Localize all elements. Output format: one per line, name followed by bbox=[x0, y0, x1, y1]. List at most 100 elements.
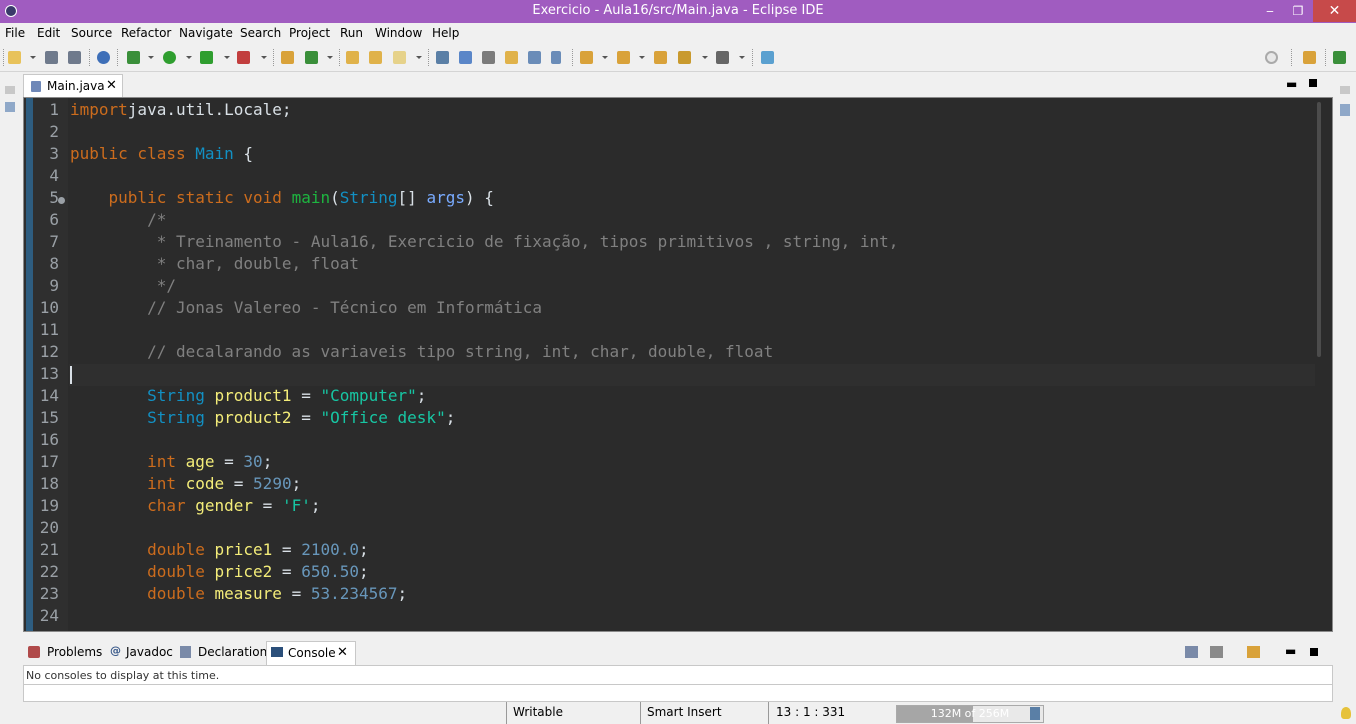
new-java-project-icon[interactable] bbox=[281, 51, 294, 64]
code-line: String product1 = "Computer"; bbox=[70, 386, 426, 405]
coverage-icon[interactable] bbox=[200, 51, 213, 64]
package-explorer-icon[interactable] bbox=[5, 102, 15, 112]
tab-label: Main.java bbox=[47, 79, 105, 93]
skip-breakpoints-icon[interactable] bbox=[97, 51, 110, 64]
minimize-panel-icon[interactable]: ▬ bbox=[1285, 644, 1296, 658]
close-tab-icon[interactable]: ✕ bbox=[106, 78, 117, 93]
open-type-icon[interactable] bbox=[346, 51, 359, 64]
outline-icon[interactable] bbox=[1340, 104, 1350, 116]
save-icon[interactable] bbox=[45, 51, 58, 64]
console-output[interactable]: No consoles to display at this time. bbox=[23, 665, 1333, 702]
code-token: String bbox=[70, 408, 205, 427]
restore-button[interactable]: ❐ bbox=[1284, 0, 1312, 22]
maximize-panel-icon[interactable] bbox=[1310, 648, 1318, 656]
restore-view-icon[interactable] bbox=[5, 86, 15, 94]
next-annotation-icon[interactable] bbox=[580, 51, 593, 64]
last-edit-location-icon[interactable] bbox=[654, 51, 667, 64]
code-line: String product2 = "Office desk"; bbox=[70, 408, 455, 427]
display-console-icon[interactable] bbox=[1210, 646, 1223, 658]
save-all-icon[interactable] bbox=[68, 51, 81, 64]
menu-project[interactable]: Project bbox=[289, 26, 330, 40]
new-package-icon[interactable] bbox=[305, 51, 318, 64]
menu-window[interactable]: Window bbox=[375, 26, 422, 40]
code-token: Main bbox=[195, 144, 234, 163]
code-token: price2 bbox=[214, 562, 273, 581]
line-number: 20 bbox=[39, 518, 59, 537]
open-perspective-icon[interactable] bbox=[1303, 51, 1316, 64]
garbage-collect-icon[interactable] bbox=[1030, 707, 1040, 720]
search-icon[interactable] bbox=[1265, 51, 1278, 64]
run-dropdown-icon[interactable] bbox=[186, 56, 192, 59]
next-annotation-dropdown-icon[interactable] bbox=[602, 56, 608, 59]
text-cursor bbox=[70, 366, 72, 384]
forward-icon[interactable] bbox=[716, 51, 729, 64]
tab-problems[interactable]: Problems bbox=[47, 645, 102, 659]
minimize-button[interactable]: ‒ bbox=[1256, 0, 1284, 22]
word-wrap-icon[interactable] bbox=[505, 51, 518, 64]
tip-lightbulb-icon[interactable] bbox=[1341, 707, 1351, 719]
cursor-position: 13 : 1 : 331 bbox=[776, 705, 846, 719]
coverage-dropdown-icon[interactable] bbox=[224, 56, 230, 59]
external-tools-icon[interactable] bbox=[237, 51, 250, 64]
back-dropdown-icon[interactable] bbox=[702, 56, 708, 59]
previous-annotation-dropdown-icon[interactable] bbox=[639, 56, 645, 59]
line-number: 5 bbox=[49, 188, 59, 207]
mark-occurrences-icon[interactable] bbox=[459, 51, 472, 64]
open-console-icon[interactable] bbox=[1185, 646, 1198, 658]
heap-status[interactable]: 132M of 256M bbox=[896, 705, 1044, 723]
pin-editor-icon[interactable] bbox=[761, 51, 774, 64]
previous-annotation-icon[interactable] bbox=[617, 51, 630, 64]
fold-collapse-icon[interactable] bbox=[58, 197, 65, 204]
back-icon[interactable] bbox=[678, 51, 691, 64]
run-icon[interactable] bbox=[163, 51, 176, 64]
search-dropdown-icon[interactable] bbox=[416, 56, 422, 59]
code-token: product2 bbox=[214, 408, 292, 427]
code-line: double measure = 53.234567; bbox=[70, 584, 407, 603]
new-dropdown-icon[interactable] bbox=[30, 56, 36, 59]
forward-dropdown-icon[interactable] bbox=[739, 56, 745, 59]
line-number: 14 bbox=[39, 386, 59, 405]
menu-navigate[interactable]: Navigate bbox=[179, 26, 233, 40]
close-console-icon[interactable]: ✕ bbox=[337, 645, 348, 660]
new-class-dropdown-icon[interactable] bbox=[327, 56, 333, 59]
search-tool-icon[interactable] bbox=[393, 51, 406, 64]
code-token: 'F' bbox=[281, 496, 311, 515]
scrollbar-thumb[interactable] bbox=[1317, 102, 1321, 357]
change-ruler bbox=[26, 98, 33, 631]
menu-run[interactable]: Run bbox=[340, 26, 363, 40]
code-editor[interactable]: 1 importjava.util.Locale; 2 3 public class M… bbox=[23, 97, 1333, 632]
code-token: = bbox=[291, 408, 321, 427]
tab-javadoc[interactable]: Javadoc bbox=[126, 645, 173, 659]
line-number: 24 bbox=[39, 606, 59, 625]
maximize-editor-icon[interactable] bbox=[1309, 79, 1317, 87]
menu-help[interactable]: Help bbox=[432, 26, 459, 40]
show-source-icon[interactable] bbox=[528, 51, 541, 64]
open-task-icon[interactable] bbox=[369, 51, 382, 64]
new-icon[interactable] bbox=[8, 51, 21, 64]
toggle-ant-icon[interactable] bbox=[436, 51, 449, 64]
tab-declaration[interactable]: Declaration bbox=[198, 645, 267, 659]
line-number: 2 bbox=[49, 122, 59, 141]
java-perspective-icon[interactable] bbox=[1333, 51, 1346, 64]
tab-main-java[interactable]: Main.java ✕ bbox=[23, 74, 123, 97]
minimize-editor-icon[interactable]: ▬ bbox=[1286, 77, 1297, 91]
debug-dropdown-icon[interactable] bbox=[148, 56, 154, 59]
tab-console[interactable]: Console ✕ bbox=[266, 641, 356, 665]
block-selection-icon[interactable] bbox=[482, 51, 495, 64]
menu-edit[interactable]: Edit bbox=[37, 26, 60, 40]
debug-icon[interactable] bbox=[127, 51, 140, 64]
show-whitespace-icon[interactable] bbox=[551, 51, 561, 64]
restore-view-icon[interactable] bbox=[1340, 86, 1350, 94]
menu-file[interactable]: File bbox=[5, 26, 25, 40]
menu-source[interactable]: Source bbox=[71, 26, 112, 40]
menu-search[interactable]: Search bbox=[240, 26, 281, 40]
close-window-button[interactable]: ✕ bbox=[1313, 0, 1356, 22]
new-console-icon[interactable] bbox=[1247, 646, 1260, 658]
code-token: = bbox=[291, 386, 321, 405]
code-token: gender bbox=[195, 496, 254, 515]
window-title: Exercicio - Aula16/src/Main.java - Eclip… bbox=[532, 3, 824, 18]
menu-refactor[interactable]: Refactor bbox=[121, 26, 171, 40]
external-tools-dropdown-icon[interactable] bbox=[261, 56, 267, 59]
